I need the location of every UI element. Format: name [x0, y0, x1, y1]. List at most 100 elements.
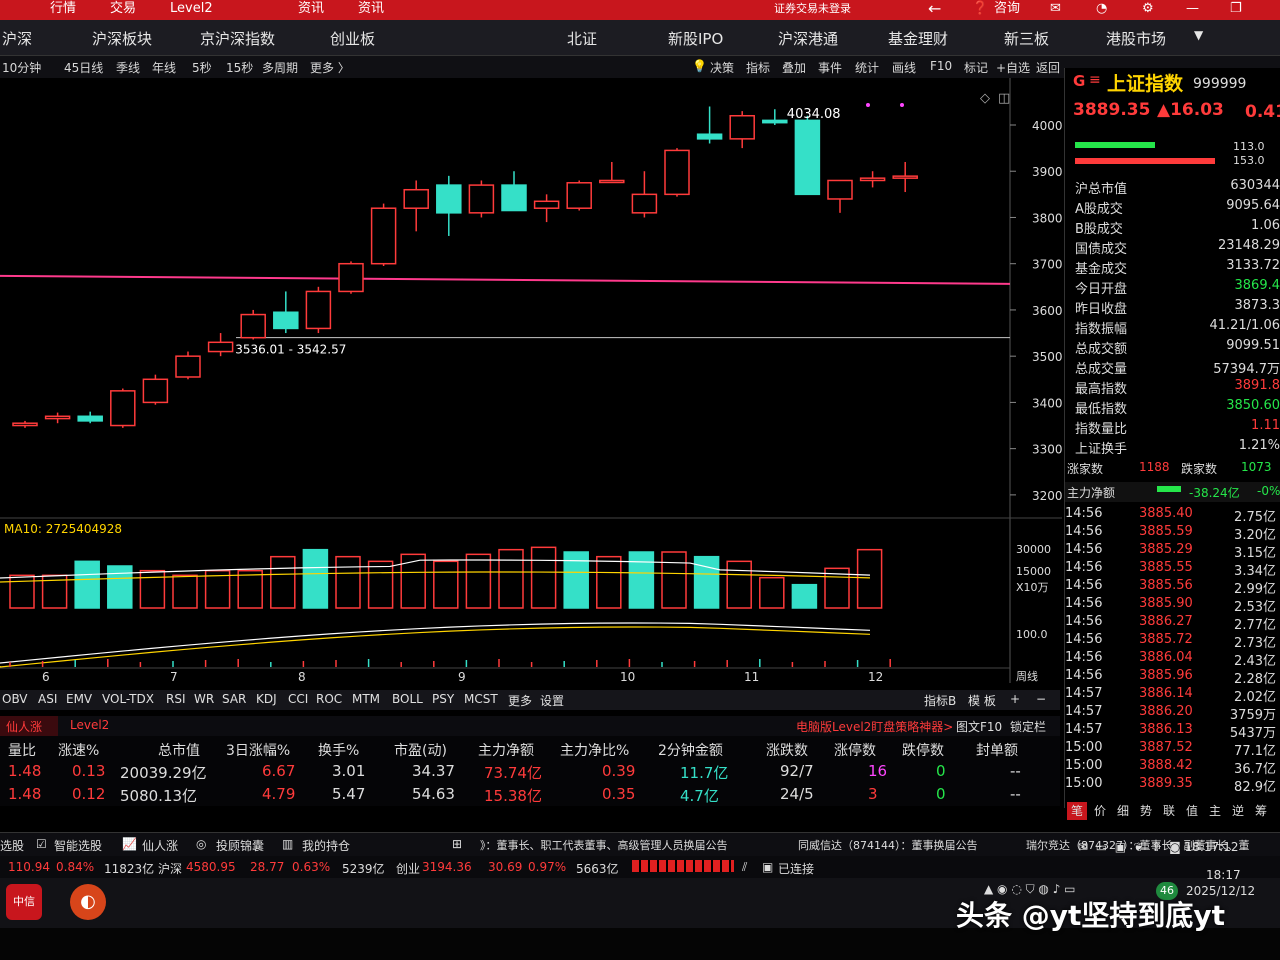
kline-chart[interactable]: 3200 3300 3400 3500 3600 3700 3800 3900 4000 4034… — [0, 78, 1062, 688]
tick-tab[interactable]: 值 — [1182, 802, 1202, 820]
minimize-icon[interactable]: — — [1186, 0, 1199, 18]
xianrenzhang[interactable]: 仙人涨 — [142, 837, 178, 854]
period-year[interactable]: 年线 — [152, 59, 176, 76]
column-header[interactable]: 量比 — [8, 740, 36, 760]
indicator-tab[interactable]: WR — [194, 692, 214, 706]
indicator-tab[interactable]: MTM — [352, 692, 380, 706]
candle-body[interactable] — [468, 184, 495, 214]
news-ticker[interactable]: 》：董事长、职工代表董事、高级管理人员换届公告 — [480, 837, 728, 853]
period-45d[interactable]: 45日线 — [64, 59, 103, 76]
candle-body[interactable] — [827, 179, 853, 200]
table-cell[interactable]: 3 — [868, 785, 878, 803]
indicator-tab[interactable]: BOLL — [392, 692, 423, 706]
nav-item[interactable]: 北证 — [567, 28, 597, 49]
help-icon[interactable]: ❓ — [972, 0, 988, 18]
candle-body[interactable] — [403, 188, 429, 209]
candle-body[interactable] — [794, 119, 821, 196]
tick-tab[interactable]: 主 — [1205, 802, 1225, 820]
table-cell[interactable]: 6.67 — [262, 762, 295, 780]
restore-icon[interactable]: ❐ — [1230, 0, 1242, 18]
indicator-tab[interactable]: 更多 — [508, 692, 532, 709]
nav-item[interactable]: 京沪深指数 — [200, 28, 275, 49]
indicator-tab[interactable]: ROC — [316, 692, 342, 706]
smart-select[interactable]: 智能选股 — [54, 837, 102, 854]
tick-tab[interactable]: 逆 — [1228, 802, 1248, 820]
nav-item[interactable]: 沪深港通 — [778, 28, 838, 49]
period-15s[interactable]: 15秒 — [226, 59, 253, 76]
level2-banner[interactable]: 电脑版Level2盯盘策略神器> — [796, 718, 953, 735]
indicator-tool[interactable]: 模 板 — [968, 692, 996, 709]
column-header[interactable]: 主力净额 — [478, 740, 534, 760]
chevron-down-icon[interactable]: ▼ — [1194, 28, 1203, 42]
period-5s[interactable]: 5秒 — [192, 59, 212, 76]
holdings-icon[interactable]: ▥ — [282, 837, 293, 851]
tick-tab[interactable]: 筹 — [1251, 802, 1271, 820]
bulb-icon[interactable]: 💡 — [692, 59, 707, 73]
table-cell[interactable]: 0 — [936, 785, 946, 803]
menu-icon[interactable]: ≡ — [1089, 72, 1101, 88]
indicator-tool[interactable]: 指标B — [924, 692, 956, 709]
candle-body[interactable] — [436, 184, 462, 214]
my-holdings[interactable]: 我的持仓 — [302, 837, 350, 854]
candle-body[interactable] — [207, 341, 234, 353]
menu-item[interactable]: Level2 — [170, 0, 213, 18]
column-header[interactable]: 主力净比% — [560, 740, 629, 760]
phone-icon[interactable]: ▭ — [1096, 840, 1107, 854]
table-cell[interactable]: 20039.29亿 — [120, 762, 207, 783]
tool-item[interactable]: +自选 — [996, 59, 1030, 76]
tool-item[interactable]: 标记 — [964, 59, 988, 76]
column-header[interactable]: 跌停数 — [902, 740, 944, 760]
candle-body[interactable] — [12, 422, 38, 427]
indicator-tab[interactable]: EMV — [66, 692, 92, 706]
tool-item[interactable]: 统计 — [855, 59, 879, 76]
indicator-tab[interactable]: RSI — [166, 692, 186, 706]
nav-item[interactable]: 创业板 — [330, 28, 375, 49]
leaf-icon[interactable]: ❦ — [1134, 840, 1144, 854]
tool-item[interactable]: 画线 — [892, 59, 916, 76]
tick-tab[interactable]: 价 — [1090, 802, 1110, 820]
menu-item[interactable]: 交易 — [110, 0, 136, 18]
table-cell[interactable]: 0.39 — [602, 762, 635, 780]
indicator-tab[interactable]: MCST — [464, 692, 498, 706]
table-cell[interactable]: 0.35 — [602, 785, 635, 803]
tick-tab[interactable]: 细 — [1113, 802, 1133, 820]
monitor-icon[interactable]: ▣ — [1115, 840, 1126, 854]
table-cell[interactable]: 0 — [936, 762, 946, 780]
period-season[interactable]: 季线 — [116, 59, 140, 76]
column-header[interactable]: 市盈(动) — [394, 740, 447, 760]
candle-body[interactable] — [859, 177, 886, 182]
tick-tab[interactable]: 势 — [1136, 802, 1156, 820]
menu-item[interactable]: 资讯 — [298, 0, 324, 18]
table-cell[interactable]: 34.37 — [412, 762, 455, 780]
advisor-icon[interactable]: ◎ — [196, 837, 206, 851]
smart-select-icon[interactable]: ☑ — [36, 837, 47, 851]
expand-icon[interactable]: ⊞ — [452, 837, 462, 851]
f10-button[interactable]: 图文F10 — [956, 718, 1002, 735]
table-cell[interactable]: 73.74亿 — [484, 762, 542, 783]
tool-item[interactable]: 事件 — [818, 59, 842, 76]
tool-item[interactable]: 决策 — [710, 59, 734, 76]
nav-item[interactable]: 沪深板块 — [92, 28, 152, 49]
column-header[interactable]: 换手% — [318, 740, 359, 760]
period-multi[interactable]: 多周期 — [262, 59, 298, 76]
candle-body[interactable] — [762, 119, 788, 124]
candle-body[interactable] — [240, 313, 266, 339]
nav-item[interactable]: 新三板 — [1004, 28, 1049, 49]
chart-icon[interactable]: 📈 — [122, 837, 137, 851]
indicator-tab[interactable]: PSY — [432, 692, 454, 706]
candle-body[interactable] — [501, 184, 527, 212]
indicator-tab[interactable]: KDJ — [256, 692, 277, 706]
news-ticker[interactable]: 同威信达（874144）：董事换届公告 — [798, 837, 978, 853]
candle-body[interactable] — [892, 175, 918, 179]
table-cell[interactable]: 3.01 — [332, 762, 365, 780]
candle-body[interactable] — [110, 390, 136, 427]
table-cell[interactable]: 5.47 — [332, 785, 365, 803]
column-header[interactable]: 总市值 — [158, 740, 200, 760]
tool-item[interactable]: 指标 — [746, 59, 770, 76]
menu-item[interactable]: 行情 — [50, 0, 76, 18]
upload-icon[interactable]: ⇪ — [1151, 840, 1161, 854]
candle-body[interactable] — [664, 149, 690, 196]
table-cell[interactable]: 5080.13亿 — [120, 785, 197, 806]
column-header[interactable]: 涨跌数 — [766, 740, 808, 760]
table-cell[interactable]: 4.79 — [262, 785, 295, 803]
